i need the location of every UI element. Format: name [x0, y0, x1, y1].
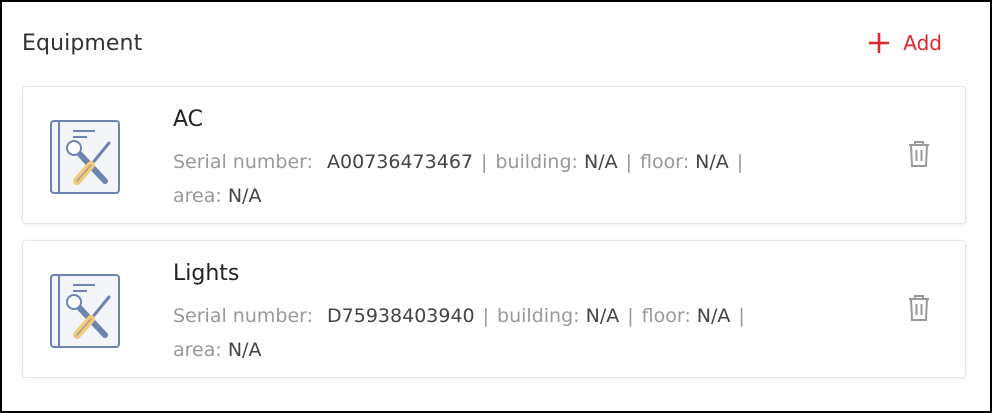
equipment-details: Serial number: A00736473467 | building: N/A… — [173, 145, 813, 213]
separator: | — [482, 305, 490, 327]
floor-label: floor: — [640, 151, 690, 173]
area-value: N/A — [227, 339, 262, 361]
separator: | — [481, 151, 488, 173]
separator: | — [738, 305, 745, 327]
serial-value: D75938403940 — [327, 305, 475, 327]
equipment-name: AC — [173, 107, 204, 132]
equipment-tools-icon — [47, 115, 127, 195]
panel-header: Equipment Add — [22, 24, 942, 62]
area-value: N/A — [227, 185, 262, 207]
equipment-details: Serial number: D75938403940 | building: N/A… — [173, 299, 813, 367]
separator: | — [627, 305, 634, 327]
serial-label: Serial number: — [173, 151, 314, 173]
trash-icon[interactable] — [907, 140, 931, 168]
separator: | — [625, 151, 633, 173]
equipment-card[interactable]: AC Serial number: A00736473467 | building: … — [22, 86, 966, 224]
trash-icon[interactable] — [907, 294, 931, 322]
area-label: area: — [173, 339, 222, 361]
floor-label: floor: — [641, 305, 691, 327]
serial-label: Serial number: — [173, 305, 314, 327]
building-label: building: — [497, 305, 580, 327]
building-label: building: — [495, 151, 578, 173]
building-value: N/A — [583, 151, 618, 173]
equipment-card[interactable]: Lights Serial number: D75938403940 | buildi… — [22, 240, 966, 378]
floor-value: N/A — [695, 151, 729, 173]
serial-value: A00736473467 — [327, 151, 474, 173]
equipment-tools-icon — [47, 269, 127, 349]
equipment-name: Lights — [173, 261, 240, 286]
panel-title: Equipment — [22, 30, 143, 56]
building-value: N/A — [585, 305, 620, 327]
add-equipment-button[interactable]: Add — [869, 31, 942, 55]
add-button-label: Add — [903, 31, 942, 55]
equipment-panel: Equipment Add AC Serial number: A0073647… — [0, 0, 992, 413]
area-label: area: — [173, 185, 222, 207]
floor-value: N/A — [696, 305, 731, 327]
separator: | — [736, 151, 744, 173]
plus-icon — [869, 33, 890, 53]
